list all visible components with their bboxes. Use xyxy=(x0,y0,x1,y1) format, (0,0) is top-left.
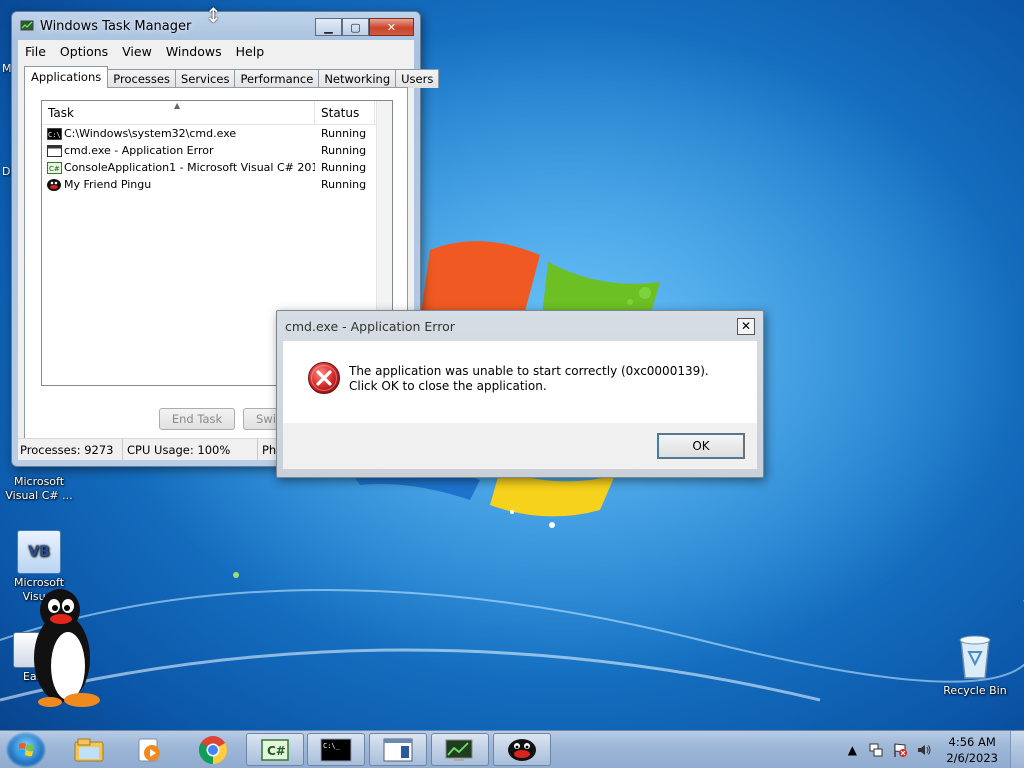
menu-windows[interactable]: Windows xyxy=(159,44,229,59)
window-icon xyxy=(383,738,413,761)
error-dialog-content: The application was unable to start corr… xyxy=(283,341,757,423)
taskbar-chrome[interactable] xyxy=(184,733,242,766)
tab-services[interactable]: Services xyxy=(174,69,236,88)
task-name: C:\Windows\system32\cmd.exe xyxy=(64,127,237,140)
tray-network[interactable] xyxy=(868,742,884,758)
task-name: My Friend Pingu xyxy=(64,178,152,191)
minimize-button[interactable]: ▁ xyxy=(315,18,342,36)
menu-bar: File Options View Windows Help xyxy=(18,40,414,62)
desktop-icon-visual-csharp[interactable]: Microsoft Visual C# ... xyxy=(3,475,75,503)
taskbar-clock[interactable]: 4:56 AM 2/6/2023 xyxy=(946,734,998,766)
sort-ascending-icon: ▲ xyxy=(174,101,181,110)
tab-users[interactable]: Users xyxy=(395,69,440,88)
task-list-header: ▲ Task Status xyxy=(42,101,392,125)
resize-cursor-icon: ↕ xyxy=(205,3,222,27)
task-name: ConsoleApplication1 - Microsoft Visual C… xyxy=(64,161,315,174)
tray-volume[interactable] xyxy=(916,742,932,758)
task-status: Running xyxy=(321,144,367,157)
pingu-icon xyxy=(47,178,61,191)
csharp-icon: C# xyxy=(47,161,62,174)
taskbar-task-manager[interactable] xyxy=(431,733,489,766)
close-button[interactable]: ✕ xyxy=(369,18,414,36)
desktop-icon-recycle-bin[interactable]: Recycle Bin xyxy=(939,632,1011,698)
error-dialog-footer: OK xyxy=(283,423,757,469)
windows-start-icon xyxy=(18,743,34,757)
error-dialog-titlebar[interactable]: cmd.exe - Application Error xyxy=(277,311,763,341)
task-status: Running xyxy=(321,127,367,140)
error-icon xyxy=(308,362,340,394)
table-row[interactable]: C:\ C:\Windows\system32\cmd.exe Running xyxy=(42,125,392,142)
tab-processes[interactable]: Processes xyxy=(107,69,176,88)
clock-date: 2/6/2023 xyxy=(946,751,998,765)
menu-file[interactable]: File xyxy=(18,44,53,59)
table-row[interactable]: C# ConsoleApplication1 - Microsoft Visua… xyxy=(42,159,392,176)
task-status: Running xyxy=(321,178,367,191)
taskbar-cmd[interactable]: C:\_ xyxy=(307,733,365,766)
csharp-icon: C# xyxy=(261,738,289,761)
minimize-icon: ▁ xyxy=(324,20,333,34)
table-row[interactable]: cmd.exe - Application Error Running xyxy=(42,142,392,159)
taskbar-explorer[interactable] xyxy=(60,733,118,766)
clock-time: 4:56 AM xyxy=(948,735,996,749)
ok-button[interactable]: OK xyxy=(657,433,745,459)
window-icon xyxy=(47,144,62,157)
cmd-icon: C:\_ xyxy=(320,738,352,761)
column-header-task[interactable]: ▲ Task xyxy=(42,101,315,124)
chrome-icon xyxy=(199,735,227,764)
table-row[interactable]: My Friend Pingu Running xyxy=(42,176,392,193)
maximize-icon: ▢ xyxy=(350,20,361,34)
chevron-up-icon: ▲ xyxy=(847,743,857,757)
menu-view[interactable]: View xyxy=(115,44,159,59)
svg-text:C#: C# xyxy=(49,165,60,173)
pingu-icon xyxy=(508,738,536,761)
dialog-close-button[interactable]: ✕ xyxy=(737,318,755,335)
error-message: The application was unable to start corr… xyxy=(349,364,709,393)
application-error-dialog[interactable]: cmd.exe - Application Error ✕ The applic… xyxy=(276,310,764,478)
task-manager-icon xyxy=(20,20,34,31)
close-icon: ✕ xyxy=(386,20,397,34)
taskbar-error-window[interactable] xyxy=(369,733,427,766)
close-icon: ✕ xyxy=(740,319,752,333)
taskbar: C# C:\_ ▲ 4:56 AM 2/6/2023 xyxy=(0,730,1024,768)
end-task-button[interactable]: End Task xyxy=(159,408,235,430)
system-tray: ▲ 4:56 AM 2/6/2023 xyxy=(840,731,1024,768)
tab-performance[interactable]: Performance xyxy=(234,69,320,88)
task-manager-title: Windows Task Manager xyxy=(40,18,192,34)
task-manager-icon xyxy=(445,739,473,761)
task-name: cmd.exe - Application Error xyxy=(64,144,214,157)
pingu-character-image[interactable] xyxy=(28,588,104,710)
media-player-icon xyxy=(138,738,160,761)
desktop-edge-label: D xyxy=(2,165,11,178)
action-center-flag-icon xyxy=(894,743,908,757)
menu-options[interactable]: Options xyxy=(53,44,115,59)
tray-action-center[interactable] xyxy=(892,742,908,758)
tab-networking[interactable]: Networking xyxy=(318,69,397,88)
taskbar-media-player[interactable] xyxy=(120,733,178,766)
start-button[interactable] xyxy=(6,732,46,768)
show-desktop-button[interactable] xyxy=(1010,731,1024,768)
tab-applications[interactable]: Applications xyxy=(24,66,109,88)
desktop-icon-label: Microsoft Visual C# ... xyxy=(5,475,73,502)
column-header-status[interactable]: Status xyxy=(315,101,375,124)
taskbar-pingu[interactable] xyxy=(493,733,551,766)
cpu-usage: CPU Usage: 100% xyxy=(123,439,258,460)
network-icon xyxy=(869,743,883,757)
cmd-icon: C:\ xyxy=(47,127,62,140)
error-dialog-title: cmd.exe - Application Error xyxy=(285,318,455,334)
processes-count: Processes: 9273 xyxy=(18,439,123,460)
recycle-bin-icon xyxy=(959,635,991,679)
volume-icon xyxy=(918,745,931,755)
show-hidden-icons-button[interactable]: ▲ xyxy=(844,742,860,758)
tab-strip: Applications Processes Services Performa… xyxy=(24,66,440,88)
svg-text:C:\: C:\ xyxy=(48,131,61,139)
explorer-icon xyxy=(74,738,104,761)
visual-basic-icon: VB xyxy=(17,530,61,574)
task-status: Running xyxy=(321,161,367,174)
svg-text:C:\_: C:\_ xyxy=(323,742,341,750)
svg-text:C#: C# xyxy=(267,744,286,758)
menu-help[interactable]: Help xyxy=(229,44,272,59)
taskbar-visual-csharp[interactable]: C# xyxy=(246,733,304,766)
maximize-button[interactable]: ▢ xyxy=(342,18,369,36)
